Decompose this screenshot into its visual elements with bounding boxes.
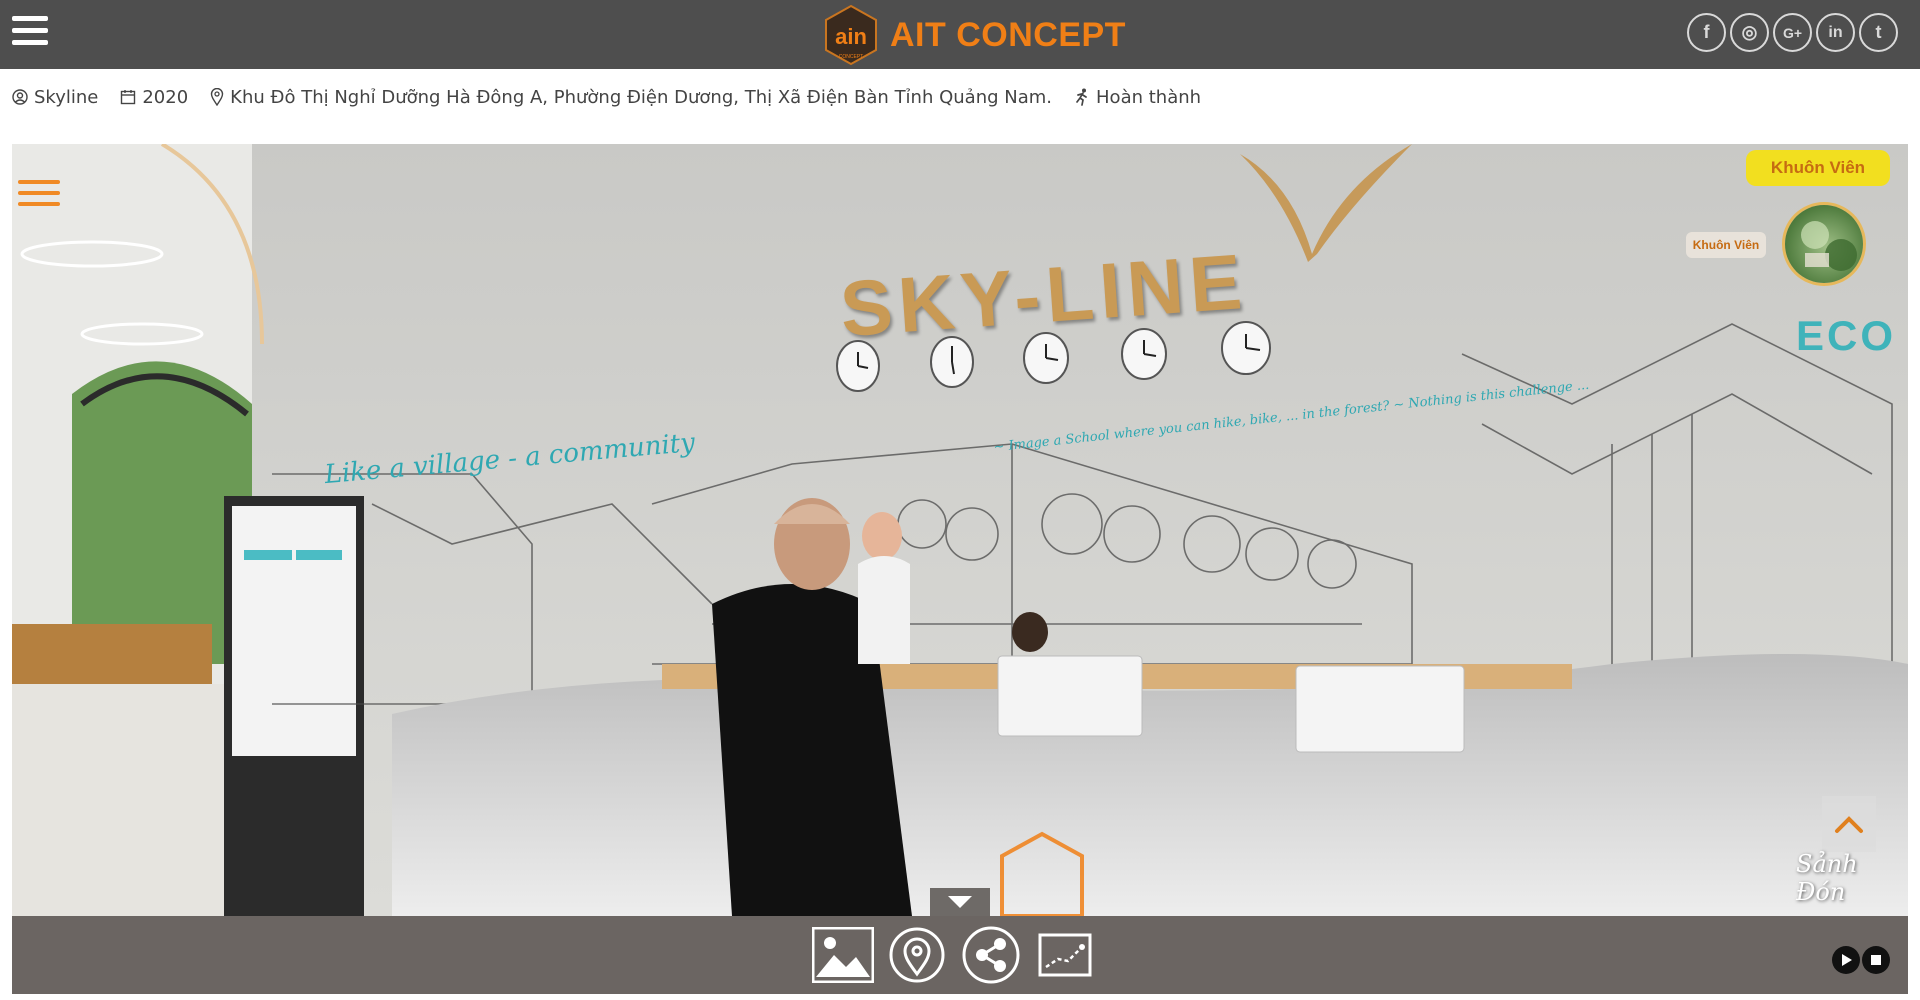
calendar-icon: [121, 90, 136, 105]
scene-thumb-label: Khuôn Viên: [1686, 232, 1766, 258]
running-person-icon: [1076, 88, 1087, 106]
project-year: 2020: [120, 87, 188, 108]
scroll-up-button[interactable]: [1822, 796, 1876, 852]
viewer-menu-icon[interactable]: [18, 180, 60, 216]
play-icon: [1842, 954, 1852, 966]
ait-logo-icon: ain CONCEPT: [825, 4, 877, 66]
stop-icon: [1871, 955, 1881, 965]
svg-text:CONCEPT: CONCEPT: [839, 54, 863, 60]
panorama-viewer[interactable]: SKY-LINE ECO Like a village - a communit…: [12, 144, 1908, 916]
current-scene-name: Sảnh Đón: [1796, 850, 1858, 906]
user-circle-icon: [12, 89, 28, 105]
linkedin-icon[interactable]: in: [1816, 13, 1855, 52]
floorplan-button[interactable]: [1034, 924, 1096, 986]
project-info-bar: Skyline 2020 Khu Đô Thị Nghỉ Dưỡng Hà Đô…: [12, 82, 1223, 112]
brand[interactable]: ain CONCEPT AIT CONCEPT: [822, 4, 1126, 66]
instagram-icon[interactable]: ◎: [1730, 13, 1769, 52]
floorplan-icon: [1038, 933, 1092, 977]
map-pin-icon: [210, 88, 224, 106]
stop-button[interactable]: [1862, 946, 1890, 974]
top-bar: ain CONCEPT AIT CONCEPT f ◎ G+ in t: [0, 0, 1920, 69]
project-address: Khu Đô Thị Nghỉ Dưỡng Hà Đông A, Phường …: [210, 87, 1052, 108]
google-plus-icon[interactable]: G+: [1773, 13, 1812, 52]
project-address-text: Khu Đô Thị Nghỉ Dưỡng Hà Đông A, Phường …: [230, 86, 1053, 108]
twitter-icon[interactable]: t: [1859, 13, 1898, 52]
project-status-text: Hoàn thành: [1096, 86, 1202, 108]
scene-label-button[interactable]: Khuôn Viên: [1746, 150, 1890, 186]
project-name: Skyline: [12, 87, 98, 108]
triangle-down-icon: [948, 896, 972, 908]
project-name-text: Skyline: [34, 86, 99, 108]
brand-name: AIT CONCEPT: [890, 15, 1126, 54]
facebook-icon[interactable]: f: [1687, 13, 1726, 52]
gallery-button[interactable]: [812, 924, 874, 986]
image-icon: [812, 927, 874, 983]
social-links: f ◎ G+ in t: [1687, 13, 1898, 52]
share-button[interactable]: [960, 924, 1022, 986]
play-button[interactable]: [1832, 946, 1860, 974]
share-icon: [962, 926, 1020, 984]
hamburger-icon[interactable]: [12, 16, 48, 52]
scene-thumbnail[interactable]: [1782, 202, 1866, 286]
chevron-up-icon: [1835, 816, 1863, 833]
viewer-toolbar: [12, 916, 1908, 994]
location-button[interactable]: [886, 924, 948, 986]
map-pin-icon: [889, 927, 945, 983]
project-year-text: 2020: [142, 86, 189, 108]
project-status: Hoàn thành: [1074, 87, 1201, 108]
toolbar-collapse-tab[interactable]: [930, 888, 990, 916]
svg-text:ain: ain: [835, 24, 867, 49]
eco-wall-text: ECO: [1796, 312, 1897, 359]
